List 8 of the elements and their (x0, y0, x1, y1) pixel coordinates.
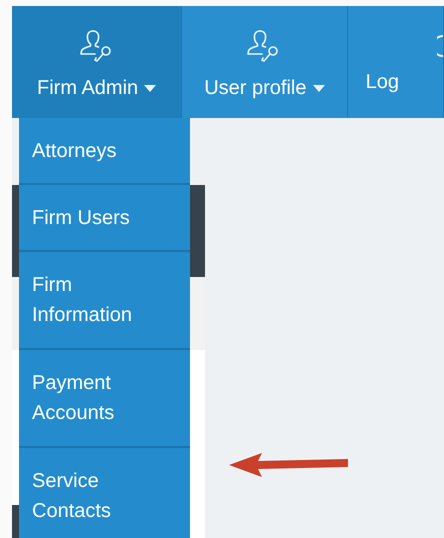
menu-item[interactable]: Payment Accounts (19, 350, 190, 448)
arrow-icon (228, 452, 349, 478)
menu-item[interactable]: Firm Information (19, 252, 190, 350)
nav-tab[interactable]: Firm Admin (12, 6, 182, 118)
menu-item[interactable]: Service Contacts (19, 448, 190, 538)
menu-item[interactable]: Attorneys (19, 118, 190, 185)
power-icon (437, 35, 443, 57)
menu-item[interactable]: Firm Users (19, 185, 190, 252)
